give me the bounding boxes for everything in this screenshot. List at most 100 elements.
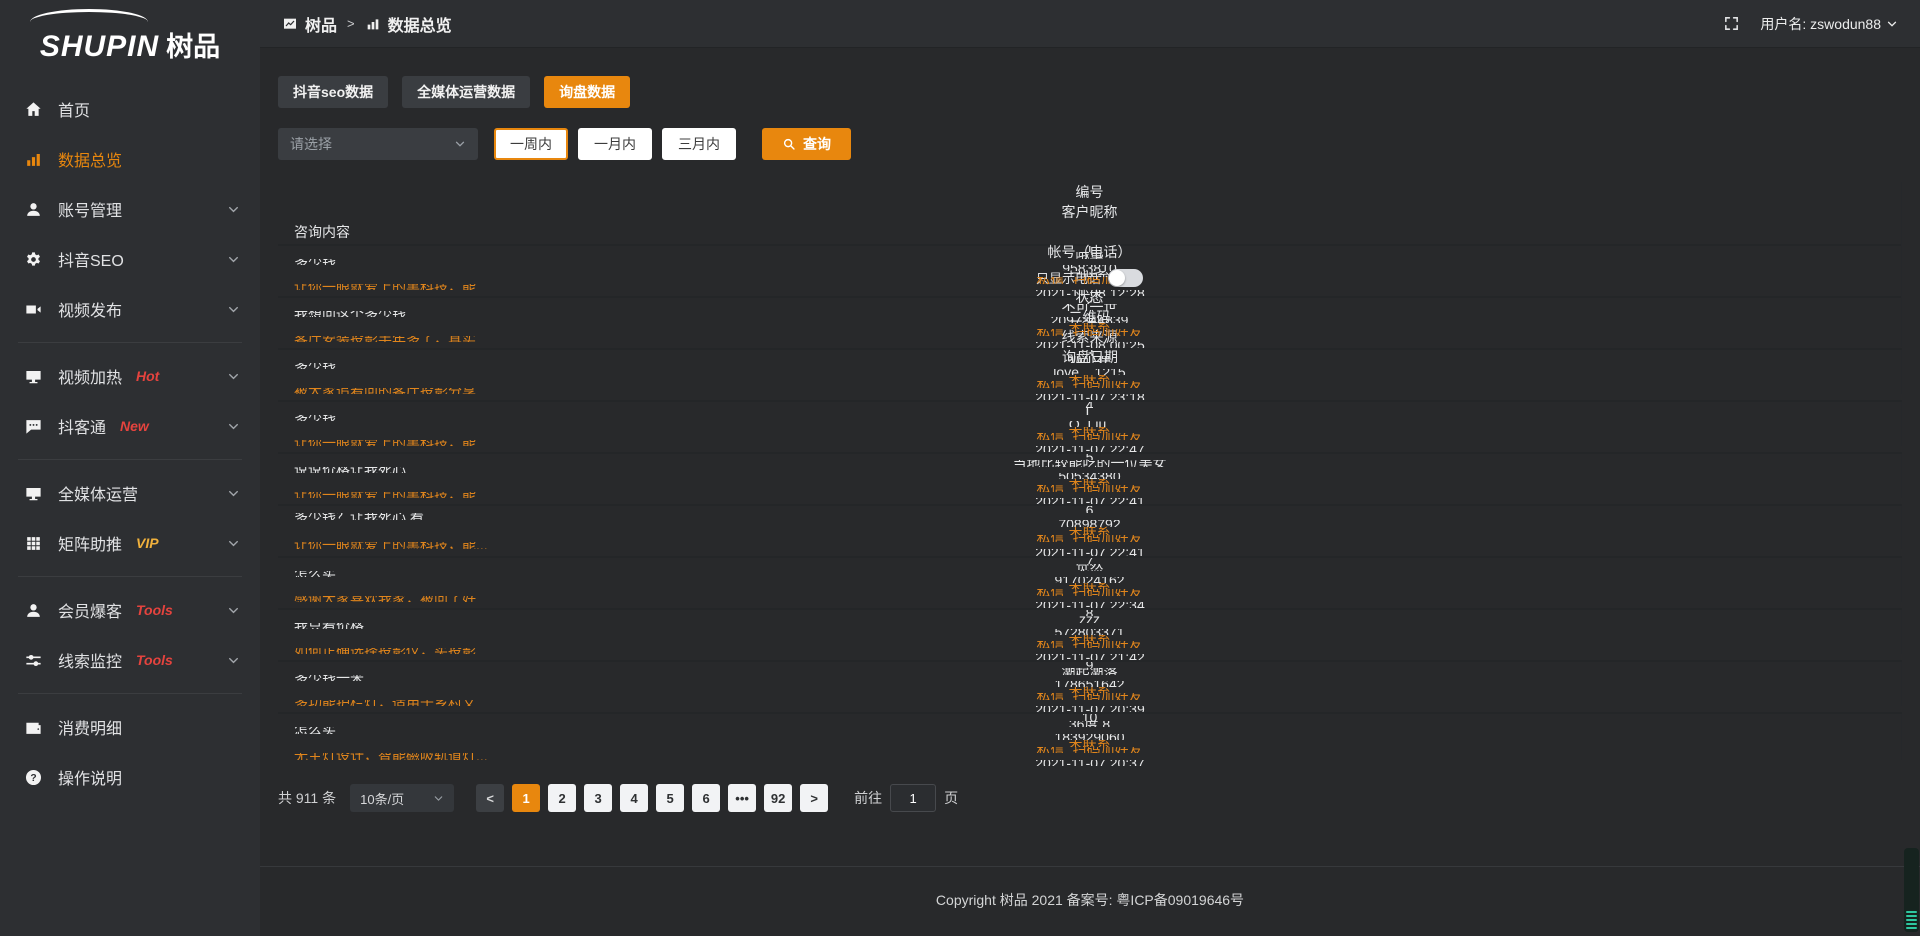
tab-douyin-seo-data[interactable]: 抖音seo数据: [278, 76, 388, 108]
sidebar-item-monitor2[interactable]: 全媒体运营: [0, 468, 260, 518]
tab-inquiry-data[interactable]: 询盘数据: [544, 76, 630, 108]
sidebar-item-badge: Hot: [136, 368, 159, 384]
sidebar-item-label: 会员爆客: [58, 598, 122, 622]
tab-media-ops-data[interactable]: 全媒体运营数据: [402, 76, 530, 108]
table-row: 1 哦章 多少钱 9583810 已联系 私信 扫码加好友 让你一眼就爱上的黑科…: [278, 246, 1902, 298]
sidebar-item-user[interactable]: 账号管理: [0, 184, 260, 234]
page-button-5[interactable]: 5: [656, 784, 684, 812]
account-select[interactable]: 请选择: [278, 128, 478, 160]
top-header: 树品 > 数据总览 用户名: zswodun88: [260, 0, 1920, 48]
page-button-92[interactable]: 92: [764, 784, 792, 812]
page-button-1[interactable]: 1: [512, 784, 540, 812]
page-button-4[interactable]: 4: [620, 784, 648, 812]
goto-suffix: 页: [944, 788, 958, 808]
table-row: 5 当地比较能吃的一位美女 说说价格让我死心 50534380 未联系 私信 扫…: [278, 454, 1902, 506]
user2-icon: [24, 601, 43, 620]
page-button-2[interactable]: 2: [548, 784, 576, 812]
chat-icon: [24, 417, 43, 436]
search-button-label: 查询: [803, 134, 831, 154]
sidebar-item-monitor[interactable]: 视频加热 Hot: [0, 351, 260, 401]
sidebar-item-label: 消费明细: [58, 715, 122, 739]
sidebar-item-chart[interactable]: 数据总览: [0, 134, 260, 184]
sidebar-item-sliders[interactable]: 线索监控 Tools: [0, 635, 260, 685]
cell-date: 2021-11-07 22:47: [278, 446, 1902, 452]
sidebar-item-label: 数据总览: [58, 147, 122, 171]
sidebar-item-gear[interactable]: 抖音SEO: [0, 234, 260, 284]
fullscreen-icon[interactable]: [1723, 15, 1740, 32]
tab-label: 抖音seo数据: [293, 82, 373, 102]
board-icon: [282, 16, 298, 32]
cell-content: 多少钱？让我死心 看: [278, 513, 1902, 520]
page-size-value: 10条/页: [360, 789, 404, 808]
cell-status: 未联系: [278, 527, 1902, 534]
chevron-down-icon: [454, 138, 466, 150]
breadcrumb-root[interactable]: 树品: [305, 12, 337, 36]
page-buttons: < 123456 ••• 92 >: [476, 784, 828, 812]
phone-only-toggle[interactable]: [1108, 269, 1143, 287]
range-button-month[interactable]: 一月内: [578, 128, 652, 160]
table-row: 7 觉然 怎么买 917024162 未联系 私信 扫码加好友 感谢大家喜欢我家…: [278, 558, 1902, 610]
footer-copyright: Copyright 树品 2021 备案号: 粤ICP备09019646号: [260, 867, 1920, 933]
wallet-icon: [24, 718, 43, 737]
sidebar-item-label: 矩阵助推: [58, 531, 122, 555]
sidebar-item-video[interactable]: 视频发布: [0, 284, 260, 334]
page-size-select[interactable]: 10条/页: [350, 784, 454, 812]
table-row: 4 L 多少钱 Q_Liu. 未联系 私信 扫码加好友 让你一眼就爱上的黑科技，…: [278, 402, 1902, 454]
private-message-link[interactable]: 私信: [1037, 535, 1065, 542]
sidebar-item-home[interactable]: 首页: [0, 84, 260, 134]
sidebar: SHUPIN 树品 首页 数据总览 账号管理 抖音SEO 视频发布 视频加热 H…: [0, 0, 260, 936]
prev-page-button[interactable]: <: [476, 784, 504, 812]
table-header-row: 编号 客户昵称 咨询内容 帐号（电话） 只显示电话 状态 二维码 线索来源 询盘…: [278, 182, 1902, 246]
sliders-icon: [24, 651, 43, 670]
sidebar-item-wallet[interactable]: 消费明细: [0, 702, 260, 752]
table-row: 3 狐小狸 多少钱 love__1215 未联系 私信 扫码加好友 被大家追着问…: [278, 350, 1902, 402]
date-range-buttons: 一周内 一月内 三月内: [494, 128, 736, 160]
chevron-down-icon: [227, 203, 240, 216]
home-icon: [24, 100, 43, 119]
sidebar-divider: [18, 576, 242, 577]
table-body: 1 哦章 多少钱 9583810 已联系 私信 扫码加好友 让你一眼就爱上的黑科…: [278, 246, 1902, 766]
range-label: 一月内: [594, 134, 636, 154]
cell-date: 2021-11-07 22:34: [278, 602, 1902, 608]
filter-bar: 请选择 一周内 一月内 三月内 查询: [278, 128, 1902, 160]
search-icon: [782, 137, 796, 151]
next-page-button[interactable]: >: [800, 784, 828, 812]
page-button-6[interactable]: 6: [692, 784, 720, 812]
floating-widget[interactable]: [1904, 848, 1919, 932]
breadcrumb-current[interactable]: 数据总览: [388, 12, 452, 36]
sidebar-divider: [18, 342, 242, 343]
goto-page-input[interactable]: [890, 784, 936, 812]
user-dropdown[interactable]: 用户名: zswodun88: [1760, 14, 1898, 34]
chevron-down-icon: [433, 793, 444, 804]
cell-source: 让你一眼就爱上的黑科技，能...: [278, 542, 1902, 549]
goto-page: 前往 页: [854, 784, 958, 812]
goto-label: 前往: [854, 788, 882, 808]
user-icon: [24, 200, 43, 219]
sidebar-item-chat[interactable]: 抖客通 New: [0, 401, 260, 451]
chevron-down-icon: [1886, 18, 1898, 30]
sidebar-item-user2[interactable]: 会员爆客 Tools: [0, 585, 260, 635]
cell-num: 6: [278, 506, 1902, 513]
sidebar-item-grid[interactable]: 矩阵助推 VIP: [0, 518, 260, 568]
sidebar-item-question[interactable]: 操作说明: [0, 752, 260, 802]
search-button[interactable]: 查询: [762, 128, 851, 160]
source-link[interactable]: 让你一眼就爱上的黑科技，能...: [294, 542, 488, 549]
range-label: 一周内: [510, 134, 552, 154]
chevron-down-icon: [227, 604, 240, 617]
range-button-week[interactable]: 一周内: [494, 128, 568, 160]
range-button-quarter[interactable]: 三月内: [662, 128, 736, 160]
monitor2-icon: [24, 484, 43, 503]
user-label: 用户名: zswodun88: [1760, 14, 1881, 34]
page-button-more[interactable]: •••: [728, 784, 756, 812]
scan-add-friend-link[interactable]: 扫码加好友: [1073, 535, 1143, 542]
logo-text-en: SHUPIN: [40, 30, 159, 64]
page-button-3[interactable]: 3: [584, 784, 612, 812]
col-header-content: 咨询内容: [278, 222, 1902, 242]
toggle-knob: [1109, 270, 1125, 286]
data-tabs: 抖音seo数据 全媒体运营数据 询盘数据: [278, 76, 1902, 108]
tab-label: 询盘数据: [559, 82, 615, 102]
main-area: 树品 > 数据总览 用户名: zswodun88 抖音seo数据 全媒体运营数据 询…: [260, 0, 1920, 936]
sidebar-item-label: 视频加热: [58, 364, 122, 388]
logo-text-cn: 树品: [166, 25, 220, 64]
sidebar-menu: 首页 数据总览 账号管理 抖音SEO 视频发布 视频加热 Hot 抖客通 New: [0, 74, 260, 802]
